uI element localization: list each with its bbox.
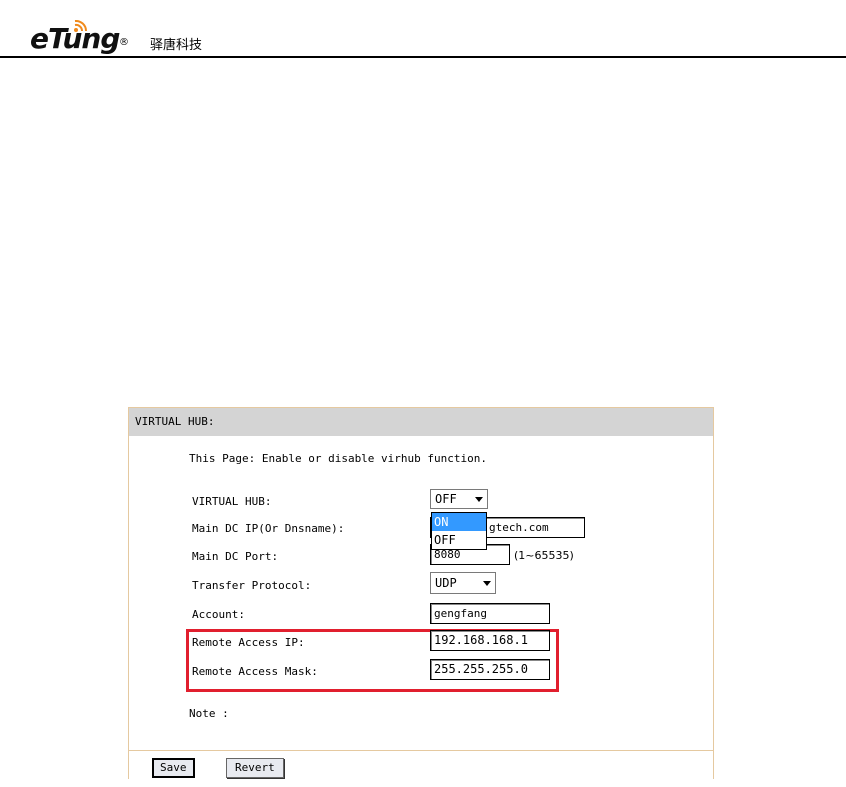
virtual-hub-select-value: OFF [435,492,457,506]
brand-name: 驿唐科技 [150,38,203,53]
remote-access-ip-input[interactable]: 192.168.168.1 [430,630,550,651]
virtual-hub-select[interactable]: OFF [430,489,488,509]
chevron-down-icon [483,581,491,586]
virtual-hub-panel: VIRTUAL HUB: This Page: Enable or disabl… [128,407,714,780]
dropdown-option-off[interactable]: OFF [432,531,486,549]
account-input[interactable]: gengfang [430,603,550,624]
etung-logo: eTung ® [30,18,130,55]
transfer-protocol-label: Transfer Protocol: [192,579,312,592]
logo-text: eTung [30,22,120,55]
main-dc-port-label: Main DC Port: [192,550,279,563]
main-dc-ip-label: Main DC IP(Or Dnsname): [192,522,345,535]
remote-access-mask-label: Remote Access Mask: [192,665,318,678]
transfer-protocol-value: UDP [435,576,457,590]
panel-title: VIRTUAL HUB: [129,408,713,436]
header-divider [0,56,846,58]
button-bar: Save Revert [129,750,713,780]
virtual-hub-label: VIRTUAL HUB: [192,495,272,508]
account-label: Account: [192,608,245,621]
remote-access-mask-input[interactable]: 255.255.255.0 [430,659,550,680]
save-button[interactable]: Save [152,758,195,778]
registered-mark: ® [119,37,129,48]
virtual-hub-dropdown[interactable]: ON OFF [431,512,487,550]
panel-description: This Page: Enable or disable virhub func… [189,452,488,465]
note-label: Note : [189,707,229,720]
dropdown-option-on[interactable]: ON [432,513,486,531]
revert-button[interactable]: Revert [226,758,284,778]
port-range-hint: (1~65535) [514,549,574,562]
chevron-down-icon [475,497,483,502]
transfer-protocol-select[interactable]: UDP [430,572,496,594]
remote-access-ip-label: Remote Access IP: [192,636,305,649]
